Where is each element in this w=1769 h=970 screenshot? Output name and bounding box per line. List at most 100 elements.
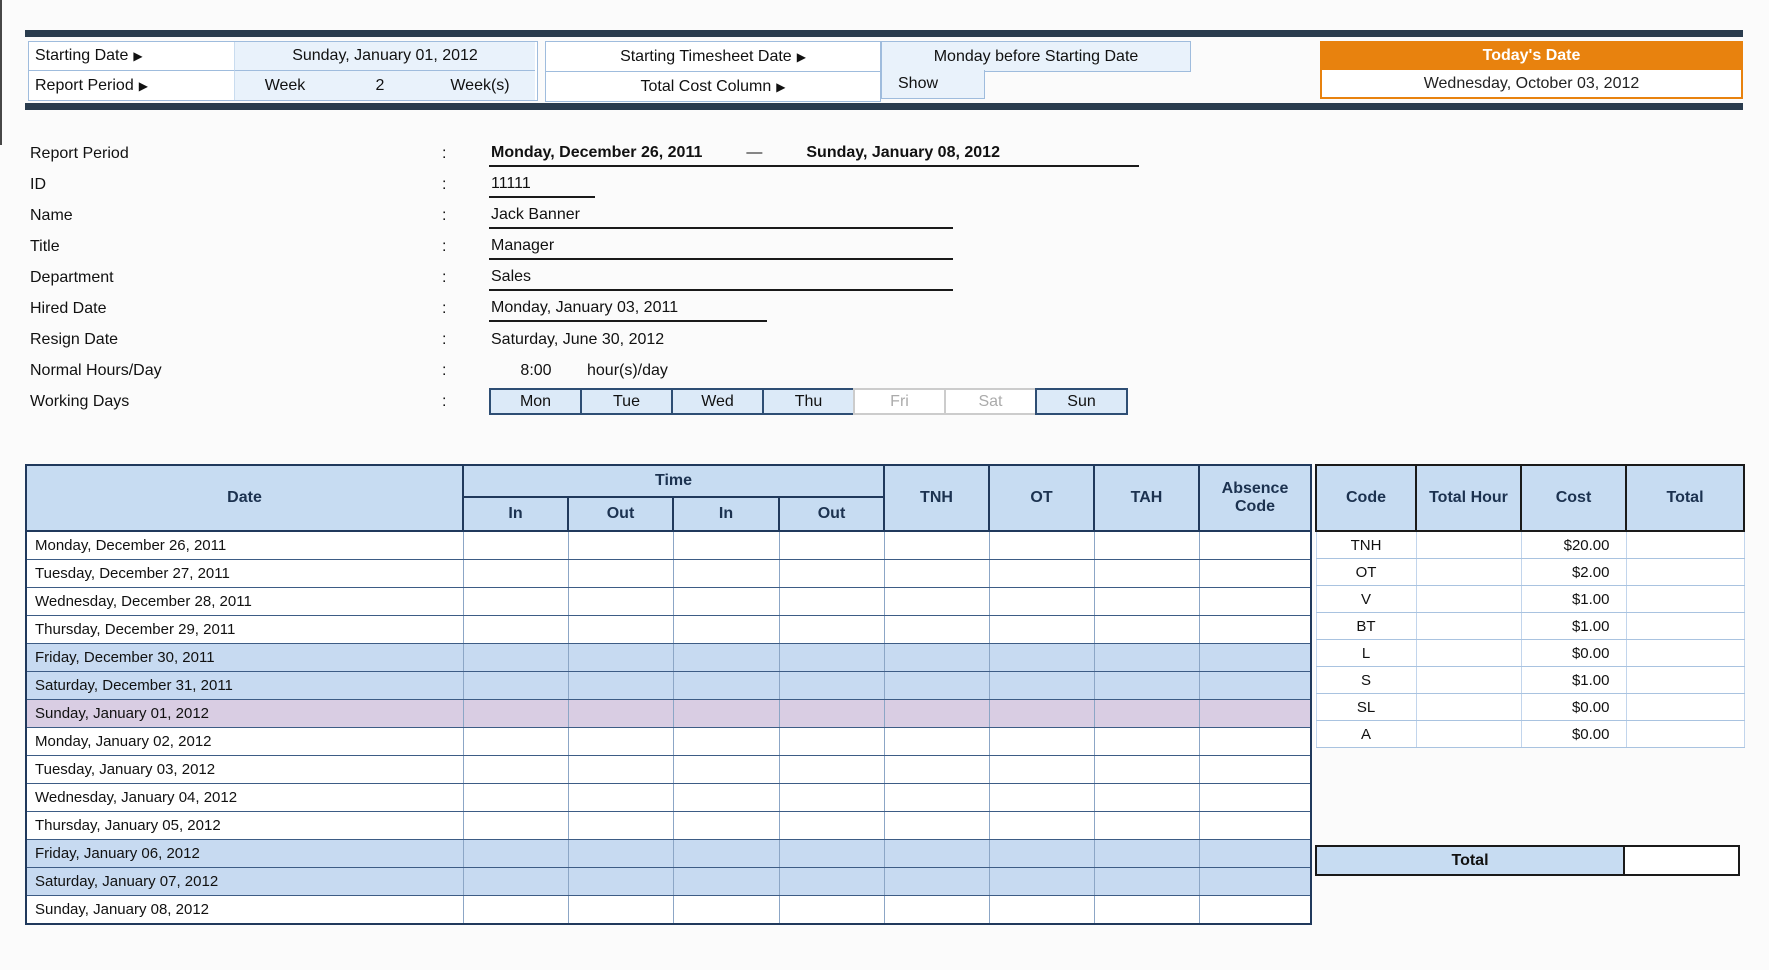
timesheet-entry-cell[interactable]	[779, 839, 885, 868]
week-count-input[interactable]: 2	[335, 71, 425, 100]
timesheet-entry-cell[interactable]	[1199, 727, 1312, 756]
timesheet-entry-cell[interactable]	[568, 615, 674, 644]
working-day-toggle-thu[interactable]: Thu	[762, 388, 855, 415]
timesheet-entry-cell[interactable]	[779, 867, 885, 896]
timesheet-entry-cell[interactable]	[463, 531, 569, 560]
timesheet-entry-cell[interactable]	[673, 531, 780, 560]
timesheet-entry-cell[interactable]	[673, 671, 780, 700]
timesheet-entry-cell[interactable]	[1199, 531, 1312, 560]
timesheet-entry-cell[interactable]	[1094, 839, 1200, 868]
timesheet-entry-cell[interactable]	[1094, 867, 1200, 896]
timesheet-entry-cell[interactable]	[463, 755, 569, 784]
timesheet-entry-cell[interactable]	[1199, 867, 1312, 896]
timesheet-entry-cell[interactable]	[568, 895, 674, 925]
timesheet-entry-cell[interactable]	[989, 727, 1095, 756]
rates-cost-cell[interactable]: $1.00	[1520, 585, 1627, 613]
total-cost-column-value[interactable]: Show	[881, 70, 985, 99]
working-day-toggle-fri[interactable]: Fri	[853, 388, 946, 415]
timesheet-entry-cell[interactable]	[989, 867, 1095, 896]
timesheet-entry-cell[interactable]	[779, 699, 885, 728]
timesheet-entry-cell[interactable]	[989, 587, 1095, 616]
timesheet-entry-cell[interactable]	[463, 671, 569, 700]
normal-hours-field[interactable]: 8:00	[489, 362, 583, 380]
working-day-toggle-mon[interactable]: Mon	[489, 388, 582, 415]
timesheet-entry-cell[interactable]	[884, 867, 990, 896]
timesheet-entry-cell[interactable]	[989, 783, 1095, 812]
id-field[interactable]: 11111	[489, 171, 595, 198]
timesheet-entry-cell[interactable]	[463, 559, 569, 588]
timesheet-entry-cell[interactable]	[568, 559, 674, 588]
timesheet-entry-cell[interactable]	[568, 839, 674, 868]
timesheet-entry-cell[interactable]	[568, 671, 674, 700]
timesheet-entry-cell[interactable]	[1199, 811, 1312, 840]
week-unit-selector[interactable]: Week	[235, 71, 335, 100]
department-field[interactable]: Sales	[489, 264, 953, 291]
timesheet-entry-cell[interactable]	[568, 587, 674, 616]
timesheet-entry-cell[interactable]	[1094, 727, 1200, 756]
timesheet-entry-cell[interactable]	[779, 643, 885, 672]
rates-cost-cell[interactable]: $2.00	[1520, 558, 1627, 586]
timesheet-entry-cell[interactable]	[673, 587, 780, 616]
timesheet-entry-cell[interactable]	[1199, 587, 1312, 616]
rates-cost-cell[interactable]: $0.00	[1520, 720, 1627, 748]
timesheet-entry-cell[interactable]	[989, 643, 1095, 672]
timesheet-entry-cell[interactable]	[884, 783, 990, 812]
timesheet-entry-cell[interactable]	[673, 811, 780, 840]
timesheet-entry-cell[interactable]	[884, 643, 990, 672]
timesheet-entry-cell[interactable]	[568, 727, 674, 756]
timesheet-entry-cell[interactable]	[673, 895, 780, 925]
timesheet-entry-cell[interactable]	[1199, 699, 1312, 728]
timesheet-entry-cell[interactable]	[673, 699, 780, 728]
rates-cost-cell[interactable]: $0.00	[1520, 639, 1627, 667]
timesheet-entry-cell[interactable]	[673, 559, 780, 588]
timesheet-entry-cell[interactable]	[463, 895, 569, 925]
timesheet-entry-cell[interactable]	[779, 671, 885, 700]
timesheet-entry-cell[interactable]	[884, 839, 990, 868]
timesheet-entry-cell[interactable]	[1199, 895, 1312, 925]
timesheet-entry-cell[interactable]	[779, 895, 885, 925]
timesheet-entry-cell[interactable]	[779, 559, 885, 588]
timesheet-entry-cell[interactable]	[884, 895, 990, 925]
timesheet-entry-cell[interactable]	[463, 699, 569, 728]
timesheet-entry-cell[interactable]	[673, 867, 780, 896]
timesheet-entry-cell[interactable]	[884, 587, 990, 616]
timesheet-entry-cell[interactable]	[1094, 699, 1200, 728]
timesheet-entry-cell[interactable]	[989, 839, 1095, 868]
timesheet-entry-cell[interactable]	[779, 615, 885, 644]
timesheet-entry-cell[interactable]	[884, 559, 990, 588]
name-field[interactable]: Jack Banner	[489, 202, 953, 229]
timesheet-entry-cell[interactable]	[779, 727, 885, 756]
timesheet-entry-cell[interactable]	[673, 839, 780, 868]
timesheet-entry-cell[interactable]	[568, 783, 674, 812]
timesheet-entry-cell[interactable]	[1094, 755, 1200, 784]
timesheet-entry-cell[interactable]	[989, 559, 1095, 588]
timesheet-entry-cell[interactable]	[1094, 895, 1200, 925]
working-day-toggle-sat[interactable]: Sat	[944, 388, 1037, 415]
timesheet-entry-cell[interactable]	[779, 783, 885, 812]
timesheet-entry-cell[interactable]	[463, 727, 569, 756]
timesheet-entry-cell[interactable]	[1199, 615, 1312, 644]
timesheet-entry-cell[interactable]	[989, 615, 1095, 644]
timesheet-entry-cell[interactable]	[1199, 755, 1312, 784]
timesheet-entry-cell[interactable]	[989, 811, 1095, 840]
timesheet-entry-cell[interactable]	[1094, 783, 1200, 812]
timesheet-entry-cell[interactable]	[884, 531, 990, 560]
timesheet-entry-cell[interactable]	[463, 811, 569, 840]
timesheet-entry-cell[interactable]	[673, 615, 780, 644]
timesheet-entry-cell[interactable]	[1094, 811, 1200, 840]
timesheet-entry-cell[interactable]	[884, 671, 990, 700]
timesheet-entry-cell[interactable]	[989, 895, 1095, 925]
working-day-toggle-wed[interactable]: Wed	[671, 388, 764, 415]
timesheet-entry-cell[interactable]	[989, 531, 1095, 560]
timesheet-entry-cell[interactable]	[1199, 559, 1312, 588]
hired-date-field[interactable]: Monday, January 03, 2011	[489, 295, 767, 322]
timesheet-entry-cell[interactable]	[884, 727, 990, 756]
timesheet-entry-cell[interactable]	[1094, 643, 1200, 672]
timesheet-entry-cell[interactable]	[463, 783, 569, 812]
timesheet-entry-cell[interactable]	[568, 755, 674, 784]
timesheet-entry-cell[interactable]	[1199, 643, 1312, 672]
timesheet-entry-cell[interactable]	[463, 839, 569, 868]
timesheet-entry-cell[interactable]	[989, 671, 1095, 700]
starting-date-value[interactable]: Sunday, January 01, 2012	[235, 42, 535, 71]
timesheet-entry-cell[interactable]	[673, 727, 780, 756]
